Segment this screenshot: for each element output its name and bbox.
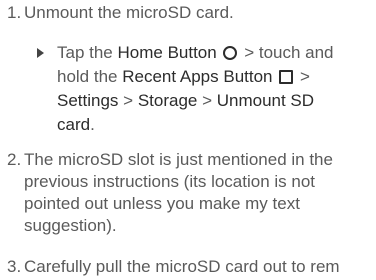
step-2-line-1: The microSD slot is just mentioned in th…	[24, 150, 333, 169]
step-2-line-4: suggestion).	[24, 216, 117, 235]
step-1: 1.	[7, 2, 21, 24]
home-circle-icon	[223, 46, 238, 60]
bullet-triangle-icon	[37, 48, 44, 58]
step-2-line-3: pointed out unless you make my text	[24, 194, 300, 213]
step-3-text: Carefully pull the microSD card out to r…	[24, 257, 340, 276]
step-3: 3.	[7, 256, 21, 278]
step-1-text: Unmount the microSD card.	[24, 3, 234, 22]
substep-text: >	[295, 67, 310, 86]
period: .	[90, 115, 95, 134]
substep-line-1: Tap the Home Button > touch and	[57, 42, 334, 64]
substep-line-3: Settings > Storage > Unmount SD	[57, 90, 314, 112]
step-number: 3.	[7, 257, 22, 276]
unmount-sd-label: Unmount SD	[216, 91, 315, 110]
recent-apps-square-icon	[279, 70, 294, 84]
step-2: 2.	[7, 149, 21, 171]
instruction-page: 1. Unmount the microSD card. Tap the Hom…	[0, 0, 376, 280]
substep-line-4: card.	[57, 114, 95, 136]
substep-text: > touch and	[239, 43, 334, 62]
settings-label: Settings	[57, 91, 119, 110]
step-number: 2.	[7, 150, 22, 169]
home-button-label: Home Button	[117, 43, 217, 62]
card-label: card	[57, 115, 91, 134]
substep-text: hold the	[57, 67, 123, 86]
storage-label: Storage	[137, 91, 198, 110]
step-2-line-2: previous instructions (its location is n…	[24, 172, 316, 191]
separator: >	[197, 91, 217, 110]
substep-text: Tap the	[57, 43, 118, 62]
recent-apps-button-label: Recent Apps Button	[122, 67, 273, 86]
separator: >	[118, 91, 138, 110]
substep-line-2: hold the Recent Apps Button >	[57, 66, 310, 88]
step-number: 1.	[7, 3, 22, 22]
